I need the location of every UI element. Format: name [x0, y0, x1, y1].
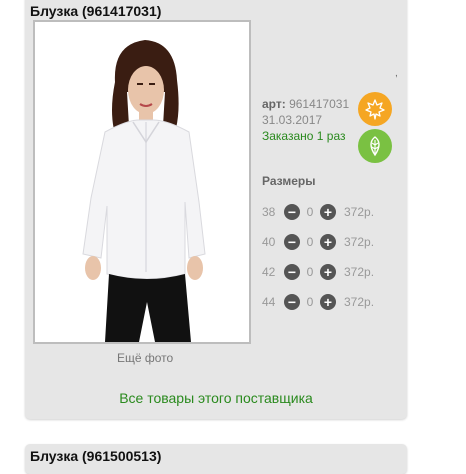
article-label: арт:: [262, 97, 286, 111]
quantity-value: 0: [306, 295, 314, 309]
size-value: 44: [262, 295, 276, 309]
plus-circle-icon[interactable]: +: [320, 294, 336, 310]
sizes-heading: Размеры: [262, 174, 316, 188]
minus-circle-icon[interactable]: −: [284, 264, 300, 280]
stray-comma: ,: [395, 68, 398, 79]
article-line: арт: 961417031: [262, 96, 349, 112]
plus-circle-icon[interactable]: +: [320, 234, 336, 250]
size-price: 372р.: [344, 295, 375, 309]
size-row: 44 − 0 + 372р.: [262, 292, 374, 312]
product-title: Блузка (961417031): [30, 3, 162, 19]
size-price: 372р.: [344, 265, 375, 279]
supplier-products-link[interactable]: Все товары этого поставщика: [25, 390, 407, 406]
plus-circle-icon[interactable]: +: [320, 204, 336, 220]
maple-leaf-icon: [358, 92, 392, 126]
next-product-card: Блузка (961500513): [25, 444, 407, 474]
size-value: 42: [262, 265, 276, 279]
size-price: 372р.: [344, 235, 375, 249]
product-date: 31.03.2017: [262, 113, 323, 127]
model-photo-illustration: [35, 22, 249, 342]
size-row: 42 − 0 + 372р.: [262, 262, 374, 282]
size-price: 372р.: [344, 205, 375, 219]
minus-circle-icon[interactable]: −: [284, 234, 300, 250]
leaf-icon: [358, 129, 392, 163]
ordered-count: Заказано 1 раз: [262, 129, 346, 143]
minus-circle-icon[interactable]: −: [284, 204, 300, 220]
minus-circle-icon[interactable]: −: [284, 294, 300, 310]
size-value: 38: [262, 205, 276, 219]
plus-circle-icon[interactable]: +: [320, 264, 336, 280]
size-row: 40 − 0 + 372р.: [262, 232, 374, 252]
article-value: 961417031: [289, 97, 350, 111]
quantity-value: 0: [306, 205, 314, 219]
product-card: Блузка (961417031) Ещё фото Все товары э…: [25, 0, 407, 419]
product-info: арт: 961417031 31.03.2017 Заказано 1 раз: [262, 96, 349, 144]
more-photos-link[interactable]: Ещё фото: [117, 351, 173, 365]
size-row: 38 − 0 + 372р.: [262, 202, 374, 222]
size-value: 40: [262, 235, 276, 249]
product-photo[interactable]: [33, 20, 251, 344]
quantity-value: 0: [306, 235, 314, 249]
next-product-title: Блузка (961500513): [30, 448, 162, 464]
quantity-value: 0: [306, 265, 314, 279]
